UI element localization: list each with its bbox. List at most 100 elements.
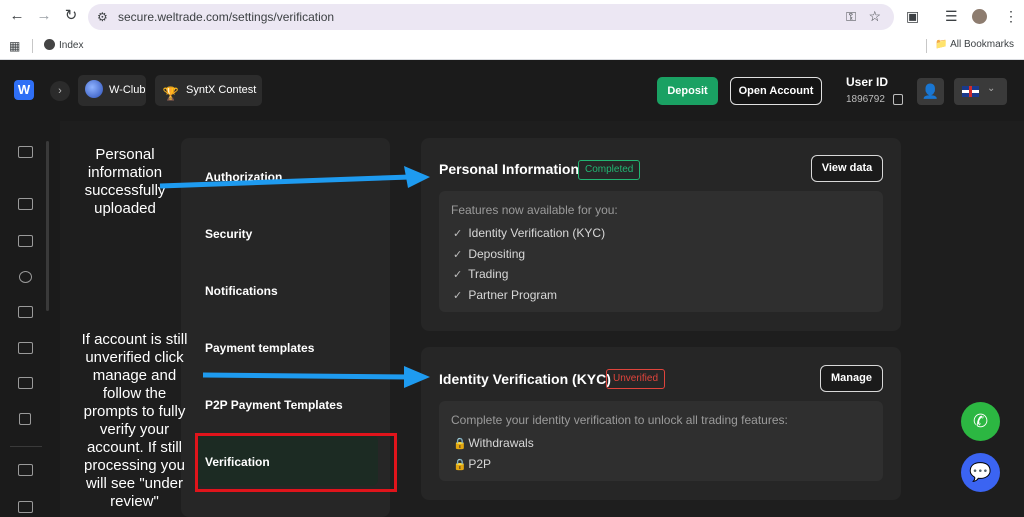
all-bookmarks[interactable]: 📁 All Bookmarks [935,39,1014,50]
open-account-button[interactable]: Open Account [730,77,822,105]
annotation-top: Personal information successfully upload… [70,146,180,218]
menu-item-notifications[interactable]: Notifications [205,284,278,298]
feature-item: ✓ Partner Program [453,288,557,302]
manage-button[interactable]: Manage [820,365,883,392]
locked-item: 🔒 Withdrawals [453,436,534,450]
annotation-line: successfully [84,182,166,199]
feature-label: Depositing [468,247,526,261]
check-icon: ✓ [453,228,463,240]
feature-label: Trading [468,267,509,281]
personal-info-card: Personal Information Completed View data… [421,138,901,331]
all-bookmarks-label: All Bookmarks [950,39,1014,50]
partners-icon[interactable] [19,271,32,283]
media-icon[interactable]: ☰ [945,8,958,24]
dashboard-icon[interactable] [18,146,33,158]
annotation-line: uploaded [94,200,156,217]
exchange-icon[interactable] [18,342,33,354]
menu-item-authorization[interactable]: Authorization [205,170,282,184]
bookmark-star-icon[interactable]: ☆ [868,8,881,25]
chat-button[interactable]: 💬 [961,453,1000,492]
view-data-button[interactable]: View data [811,155,883,182]
profile-avatar[interactable] [972,9,987,24]
annotation-line: account. If still [86,439,183,456]
apps-grid-icon[interactable]: ▦ [9,39,20,53]
annotation-line: unverified click [85,349,184,366]
locked-label: Withdrawals [468,436,534,450]
kyc-note: Complete your identity verification to u… [451,413,788,427]
bookmark-index[interactable]: Index [44,39,83,51]
chevron-down-icon: ⌄ [987,83,996,94]
sidebar-scrollbar[interactable] [46,141,49,311]
language-selector[interactable]: ⌄ [954,78,1007,105]
kyc-card: Identity Verification (KYC) Unverified M… [421,347,901,500]
contest-button[interactable]: 🏆 SyntX Contest [155,75,262,106]
app-header: W › W-Club 🏆 SyntX Contest Deposit Open A… [0,61,1024,121]
document-icon[interactable] [19,413,31,425]
bookmark-index-label: Index [59,40,84,51]
bookmarks-bar: ▦ Index 📁 All Bookmarks [0,33,1024,60]
user-avatar-button[interactable]: 👤 [917,78,944,105]
annotation-line: Personal [95,146,155,163]
locked-item: 🔒 P2P [453,457,491,471]
address-bar[interactable]: ⚙ secure.weltrade.com/settings/verificat… [88,4,894,30]
whatsapp-icon: ✆ [972,411,989,431]
menu-item-p2p-templates[interactable]: P2P Payment Templates [205,398,343,412]
trophy-icon: 🏆 [162,86,180,101]
annotation-line: review" [110,493,159,510]
wclub-label: W-Club [109,84,146,96]
wallet-icon[interactable] [18,235,33,247]
divider [926,39,927,53]
cards-icon[interactable] [18,306,33,318]
divider [32,39,33,53]
lock-icon: 🔒 [453,438,467,450]
annotation-line: information [87,164,163,181]
menu-item-security[interactable]: Security [205,227,252,241]
personal-info-title: Personal Information [439,161,580,177]
annotation-line: will see "under [85,475,184,492]
feature-label: Identity Verification (KYC) [468,226,606,240]
url-text: secure.weltrade.com/settings/verificatio… [118,10,335,24]
deposit-button[interactable]: Deposit [657,77,718,105]
lock-icon: 🔒 [453,459,467,471]
annotation-line: follow the [102,385,167,402]
uk-flag-icon [962,86,979,97]
image-icon[interactable] [18,501,33,513]
weltrade-logo[interactable]: W [14,80,34,100]
feature-item: ✓ Identity Verification (KYC) [453,226,605,240]
chevron-right-icon[interactable]: › [50,81,70,101]
copy-icon[interactable] [893,94,903,105]
annotation-bottom: If account is still unverified click man… [62,331,207,511]
globe-icon [44,39,55,50]
annotation-line: prompts to fully [83,403,186,420]
annotation-line: processing you [84,457,185,474]
chat-bubble-icon: 💬 [969,462,992,482]
cash-icon[interactable] [18,377,33,389]
reload-icon[interactable]: ↻ [63,8,79,24]
locked-label: P2P [468,457,492,471]
sidebar-rail [0,121,52,517]
site-info-icon[interactable]: ⚙ [97,10,108,24]
transfer-icon[interactable] [18,198,33,210]
back-icon[interactable]: ← [9,8,25,24]
forward-icon[interactable]: → [36,8,52,24]
annotation-line: If account is still [81,331,188,348]
terminal-icon[interactable] [18,464,33,476]
check-icon: ✓ [453,249,463,261]
status-badge-unverified: Unverified [606,369,666,389]
features-title: Features now available for you: [451,203,618,217]
locked-features-box: Complete your identity verification to u… [439,401,883,481]
feature-label: Partner Program [468,288,558,302]
annotation-line: verify your [99,421,170,438]
check-icon: ✓ [453,269,463,281]
menu-kebab-icon[interactable]: ⋮ [1004,8,1018,24]
extensions-icon[interactable]: ▣ [906,8,919,24]
wclub-button[interactable]: W-Club [78,75,146,106]
menu-item-payment-templates[interactable]: Payment templates [205,341,314,355]
divider [10,446,42,447]
contest-label: SyntX Contest [186,84,257,96]
features-box: Features now available for you: ✓ Identi… [439,191,883,312]
password-key-icon[interactable]: ⚿ [846,9,856,25]
feature-item: ✓ Depositing [453,247,525,261]
kyc-title: Identity Verification (KYC) [439,371,611,387]
whatsapp-button[interactable]: ✆ [961,402,1000,441]
